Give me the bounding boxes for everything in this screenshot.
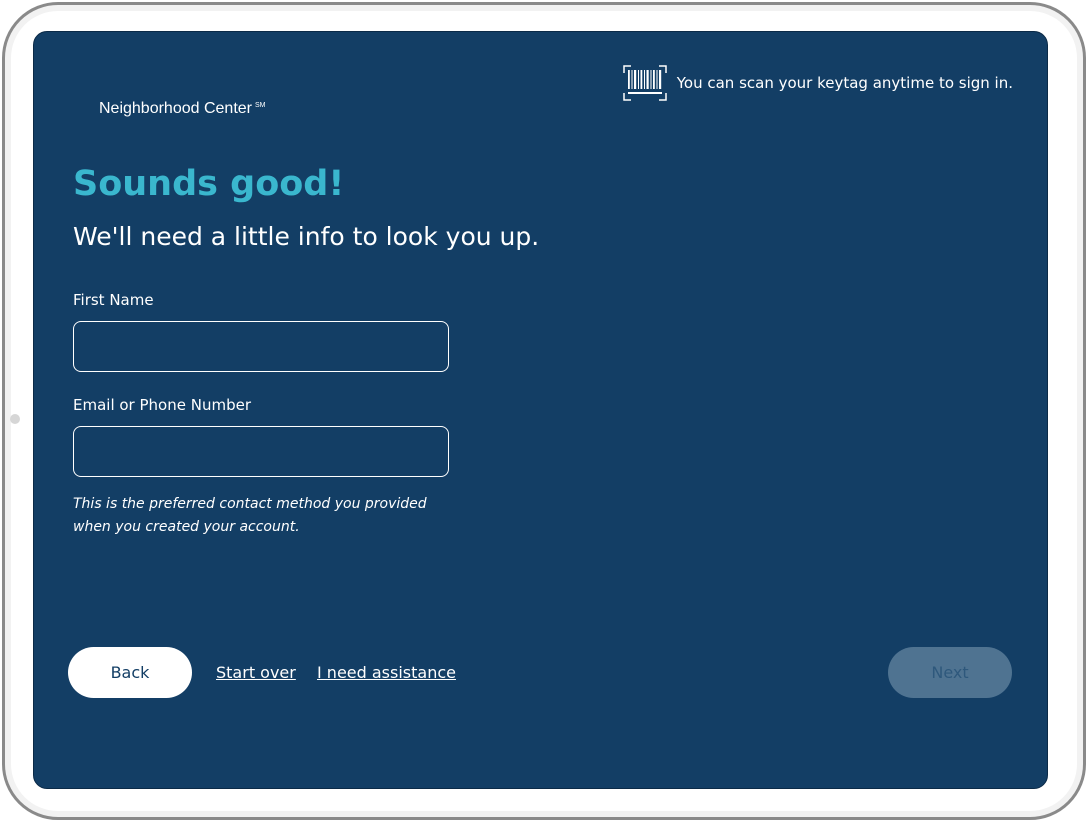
service-mark: SM — [255, 101, 266, 109]
first-name-input[interactable] — [73, 321, 449, 372]
kiosk-screen: Neighborhood Center SM You can scan your… — [33, 31, 1048, 789]
brand-name: Neighborhood Center — [99, 100, 252, 117]
helper-line-2: when you created your account. — [73, 519, 300, 535]
contact-input[interactable] — [73, 426, 449, 477]
need-assistance-link[interactable]: I need assistance — [317, 663, 456, 682]
barcode-icon — [622, 65, 667, 101]
camera-dot — [10, 414, 20, 424]
contact-helper-text: This is the preferred contact method you… — [73, 493, 473, 539]
first-name-label: First Name — [73, 291, 154, 309]
scan-keytag-text: You can scan your keytag anytime to sign… — [676, 74, 1013, 92]
page-subtitle: We'll need a little info to look you up. — [73, 222, 540, 251]
brand-logo: Neighborhood Center SM — [99, 100, 266, 118]
helper-line-1: This is the preferred contact method you… — [73, 496, 427, 512]
start-over-link[interactable]: Start over — [216, 663, 296, 682]
scan-keytag-notice: You can scan your keytag anytime to sign… — [622, 65, 1013, 101]
contact-label: Email or Phone Number — [73, 396, 251, 414]
next-button[interactable]: Next — [888, 647, 1012, 698]
page-title: Sounds good! — [73, 164, 345, 204]
back-button[interactable]: Back — [68, 647, 192, 698]
